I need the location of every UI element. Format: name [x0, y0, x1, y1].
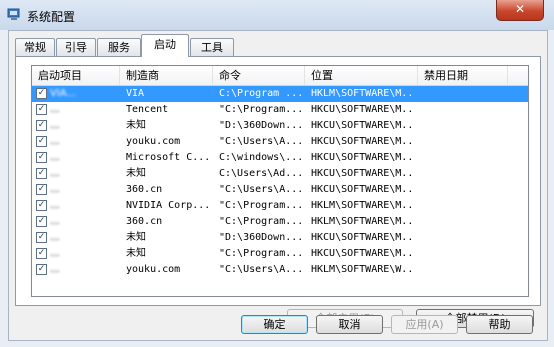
row-maker: NVIDIA Corp... — [126, 200, 211, 211]
row-location: HKCU\SOFTWARE\M... — [311, 120, 415, 131]
tab-boot[interactable]: 引导 — [56, 38, 96, 56]
row-location: HKCU\SOFTWARE\M... — [311, 248, 415, 259]
row-maker: youku.com — [126, 264, 181, 275]
column-header-location[interactable]: 位置 — [305, 66, 418, 85]
row-item-name: ... — [50, 136, 60, 147]
table-row[interactable]: ✓... NVIDIA Corp... "C:\Program... HKLM\SOF… — [32, 198, 528, 214]
row-command: "D:\360Down... — [219, 120, 304, 131]
row-command: "C:\Program... — [219, 104, 304, 115]
row-maker: 360.cn — [126, 184, 163, 195]
row-checkbox[interactable]: ✓ — [36, 216, 47, 227]
row-maker: 未知 — [126, 168, 146, 179]
title-bar: 系统配置 ✕ — [0, 0, 554, 30]
column-header-disabled-date[interactable]: 禁用日期 — [418, 66, 508, 85]
row-maker: Microsoft C... — [126, 152, 211, 163]
table-row[interactable]: ✓... 未知 "D:\360Down... HKCU\SOFTWARE\M... — [32, 118, 528, 134]
tab-startup[interactable]: 启动 — [141, 34, 189, 57]
table-row[interactable]: ✓... youku.com "C:\Users\A... HKLM\SOFTWARE… — [32, 262, 528, 278]
row-checkbox[interactable]: ✓ — [36, 200, 47, 211]
list-header: 启动项目 制造商 命令 位置 禁用日期 — [32, 66, 528, 86]
row-checkbox[interactable]: ✓ — [36, 88, 47, 99]
row-item-name: ... — [50, 184, 60, 195]
help-button[interactable]: 帮助 — [466, 315, 533, 334]
row-command: "C:\Program... — [219, 216, 304, 227]
row-command: "C:\Users\A... — [219, 184, 304, 195]
row-command: C:\Program ... — [219, 88, 304, 99]
row-maker: Tencent — [126, 104, 169, 115]
row-checkbox[interactable]: ✓ — [36, 136, 47, 147]
ok-button[interactable]: 确定 — [241, 315, 308, 334]
row-maker: 未知 — [126, 232, 146, 243]
row-checkbox[interactable]: ✓ — [36, 120, 47, 131]
row-item-name: ... — [50, 120, 60, 131]
table-row[interactable]: ✓... 未知 "D:\360Down... HKCU\SOFTWARE\M... — [32, 230, 528, 246]
tab-general[interactable]: 常规 — [15, 38, 55, 56]
row-location: HKCU\SOFTWARE\M... — [311, 184, 415, 195]
row-location: HKLM\SOFTWARE\M... — [311, 88, 415, 99]
column-header-item[interactable]: 启动项目 — [32, 66, 120, 85]
dialog-body: 常规 引导 服务 启动 工具 启动项目 制造商 命令 位置 禁用日期 ✓ VIA.… — [8, 30, 548, 341]
row-maker: youku.com — [126, 136, 181, 147]
row-checkbox[interactable]: ✓ — [36, 232, 47, 243]
row-item-name: ... — [50, 248, 60, 259]
row-command: "C:\Program... — [219, 200, 304, 211]
row-maker: 未知 — [126, 248, 146, 259]
row-item-name: ... — [50, 104, 60, 115]
row-item-name: VIA... — [50, 88, 76, 99]
table-row[interactable]: ✓... 未知 "C:\Program... HKCU\SOFTWARE\M... — [32, 246, 528, 262]
table-row[interactable]: ✓... youku.com "C:\Users\A... HKCU\SOFTWARE… — [32, 134, 528, 150]
row-location: HKLM\SOFTWARE\W... — [311, 264, 415, 275]
row-maker: VIA — [126, 88, 145, 99]
window-title: 系统配置 — [27, 10, 76, 24]
close-button[interactable]: ✕ — [496, 0, 544, 21]
row-location: HKCU\SOFTWARE\M... — [311, 136, 415, 147]
row-command: C:\windows\... — [219, 152, 304, 163]
row-checkbox[interactable]: ✓ — [36, 248, 47, 259]
startup-list[interactable]: 启动项目 制造商 命令 位置 禁用日期 ✓ VIA... VIA C:\Program… — [31, 65, 529, 297]
row-item-name: ... — [50, 168, 60, 179]
table-row[interactable]: ✓... 360.cn "C:\Program... HKLM\SOFTWARE\M.… — [32, 214, 528, 230]
row-location: HKLM\SOFTWARE\M... — [311, 200, 415, 211]
system-config-icon — [7, 8, 20, 20]
row-command: "D:\360Down... — [219, 232, 304, 243]
table-row[interactable]: ✓... Microsoft C... C:\windows\... HKCU\SOF… — [32, 150, 528, 166]
row-maker: 360.cn — [126, 216, 163, 227]
row-checkbox[interactable]: ✓ — [36, 184, 47, 195]
row-checkbox[interactable]: ✓ — [36, 168, 47, 179]
row-command: "C:\Users\A... — [219, 136, 304, 147]
row-maker: 未知 — [126, 120, 146, 131]
column-header-maker[interactable]: 制造商 — [120, 66, 213, 85]
row-checkbox[interactable]: ✓ — [36, 104, 47, 115]
row-item-name: ... — [50, 232, 60, 243]
row-location: HKCU\SOFTWARE\M... — [311, 152, 415, 163]
row-item-name: ... — [50, 264, 60, 275]
column-header-command[interactable]: 命令 — [213, 66, 305, 85]
table-row[interactable]: ✓ VIA... VIA C:\Program ... HKLM\SOFTWARE\M.… — [32, 86, 528, 102]
row-location: HKCU\SOFTWARE\M... — [311, 232, 415, 243]
cancel-button[interactable]: 取消 — [316, 315, 383, 334]
row-command: C:\Users\Ad... — [219, 168, 304, 179]
table-row[interactable]: ✓... 未知 C:\Users\Ad... HKCU\SOFTWARE\M... — [32, 166, 528, 182]
row-item-name: ... — [50, 216, 60, 227]
table-row[interactable]: ✓... Tencent "C:\Program... HKCU\SOFTWARE\M… — [32, 102, 528, 118]
row-item-name: ... — [50, 152, 60, 163]
row-item-name: ... — [50, 200, 60, 211]
row-command: "C:\Program... — [219, 248, 304, 259]
row-checkbox[interactable]: ✓ — [36, 152, 47, 163]
row-command: "C:\Users\A... — [219, 264, 304, 275]
row-location: HKCU\SOFTWARE\M... — [311, 168, 415, 179]
apply-button[interactable]: 应用(A) — [391, 315, 458, 334]
tab-services[interactable]: 服务 — [97, 38, 141, 56]
tab-tools[interactable]: 工具 — [190, 38, 234, 56]
startup-panel: 启动项目 制造商 命令 位置 禁用日期 ✓ VIA... VIA C:\Program… — [15, 56, 541, 328]
row-location: HKLM\SOFTWARE\M... — [311, 216, 415, 227]
table-row[interactable]: ✓... 360.cn "C:\Users\A... HKCU\SOFTWARE\M.… — [32, 182, 528, 198]
row-checkbox[interactable]: ✓ — [36, 264, 47, 275]
row-location: HKCU\SOFTWARE\M... — [311, 104, 415, 115]
